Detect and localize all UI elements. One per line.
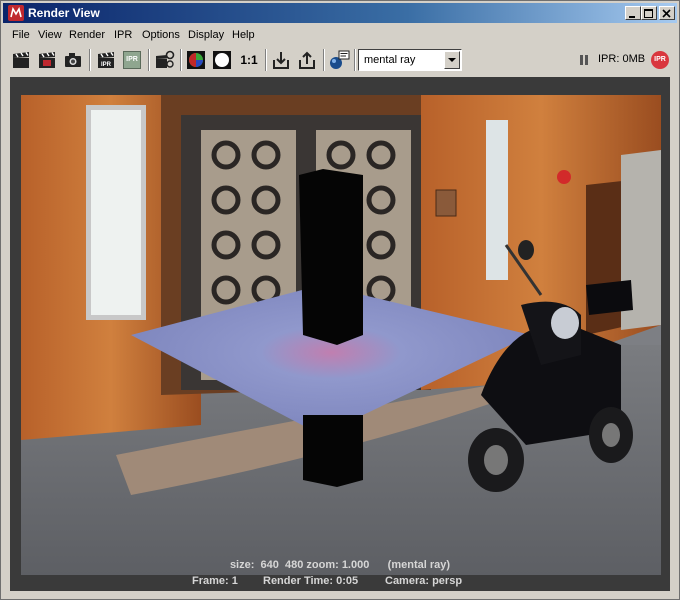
render-view-window: Render View File View Render IPR Options… [0, 0, 680, 600]
clapboard-icon [13, 52, 29, 68]
renderer-dropdown-arrow[interactable] [444, 51, 460, 69]
minimize-icon [629, 16, 635, 18]
render-region-icon [39, 52, 55, 68]
diagnostics-icon [330, 50, 350, 69]
ipr-render-button[interactable]: IPR [94, 48, 118, 72]
redo-render-button[interactable] [9, 48, 33, 72]
menu-help[interactable]: Help [232, 29, 255, 41]
render-time-status: Render Time: 0:05 [263, 575, 359, 587]
rendered-image [21, 95, 661, 575]
close-button[interactable] [659, 6, 675, 20]
rgb-channel-icon [187, 51, 205, 69]
refresh-ipr-button[interactable]: IPR [120, 48, 144, 72]
chevron-down-icon [448, 58, 456, 62]
remove-image-icon [299, 51, 315, 69]
ipr-tuning-button[interactable]: IPR [648, 48, 672, 72]
display-alpha-button[interactable] [210, 48, 234, 72]
toolbar-separator [148, 49, 150, 71]
toolbar-separator [354, 49, 356, 71]
close-icon [662, 9, 671, 18]
camera-icon [65, 53, 81, 67]
render-settings-button[interactable] [153, 48, 177, 72]
rendered-scene [21, 95, 661, 575]
keep-image-button[interactable] [269, 48, 293, 72]
camera-status: Camera: persp [385, 575, 463, 587]
maximize-icon [644, 9, 653, 18]
menu-render[interactable]: Render [69, 29, 105, 41]
toolbar-separator [323, 49, 325, 71]
render-settings-icon [156, 50, 175, 68]
ipr-refresh-icon: IPR [123, 51, 141, 69]
ipr-badge-icon: IPR [651, 51, 669, 69]
pause-icon [580, 55, 588, 65]
display-rgb-button[interactable] [184, 48, 208, 72]
menu-view[interactable]: View [38, 29, 62, 41]
render-viewport[interactable]: size: 640 480 zoom: 1.000 (mental ray) [10, 77, 670, 591]
toolbar-separator [89, 49, 91, 71]
snapshot-button[interactable] [61, 48, 85, 72]
window-title: Render View [28, 6, 100, 20]
svg-text:IPR: IPR [101, 62, 112, 68]
one-to-one-label: 1:1 [240, 53, 258, 67]
maya-app-icon [8, 5, 24, 21]
remove-image-button[interactable] [295, 48, 319, 72]
pause-ipr-button[interactable] [572, 48, 596, 72]
render-diagnostics-button[interactable] [327, 48, 351, 72]
ipr-memory-label: IPR: 0MB [598, 53, 646, 65]
menu-ipr[interactable]: IPR [114, 29, 132, 41]
toolbar-separator [180, 49, 182, 71]
title-bar[interactable]: Render View [3, 3, 677, 23]
toolbar-separator [265, 49, 267, 71]
menu-display[interactable]: Display [188, 29, 224, 41]
render-region-button[interactable] [35, 48, 59, 72]
menu-options[interactable]: Options [142, 29, 180, 41]
frame-status: Frame: 1 [192, 575, 238, 587]
menu-file[interactable]: File [12, 29, 30, 41]
keep-image-icon [273, 52, 289, 69]
toolbar: IPR IPR 1:1 mental ray IPR: 0MB IPR [5, 46, 675, 74]
ipr-clapboard-icon: IPR [98, 52, 114, 68]
minimize-button[interactable] [625, 6, 641, 20]
alpha-channel-icon [213, 51, 231, 69]
render-size-info: size: 640 480 zoom: 1.000 (mental ray) [229, 559, 451, 571]
real-size-button[interactable]: 1:1 [237, 48, 261, 72]
renderer-value: mental ray [364, 54, 416, 66]
status-bar: Frame: 1 Render Time: 0:05 Camera: persp [10, 573, 670, 589]
renderer-dropdown[interactable]: mental ray [358, 49, 462, 71]
maximize-button[interactable] [641, 6, 657, 20]
